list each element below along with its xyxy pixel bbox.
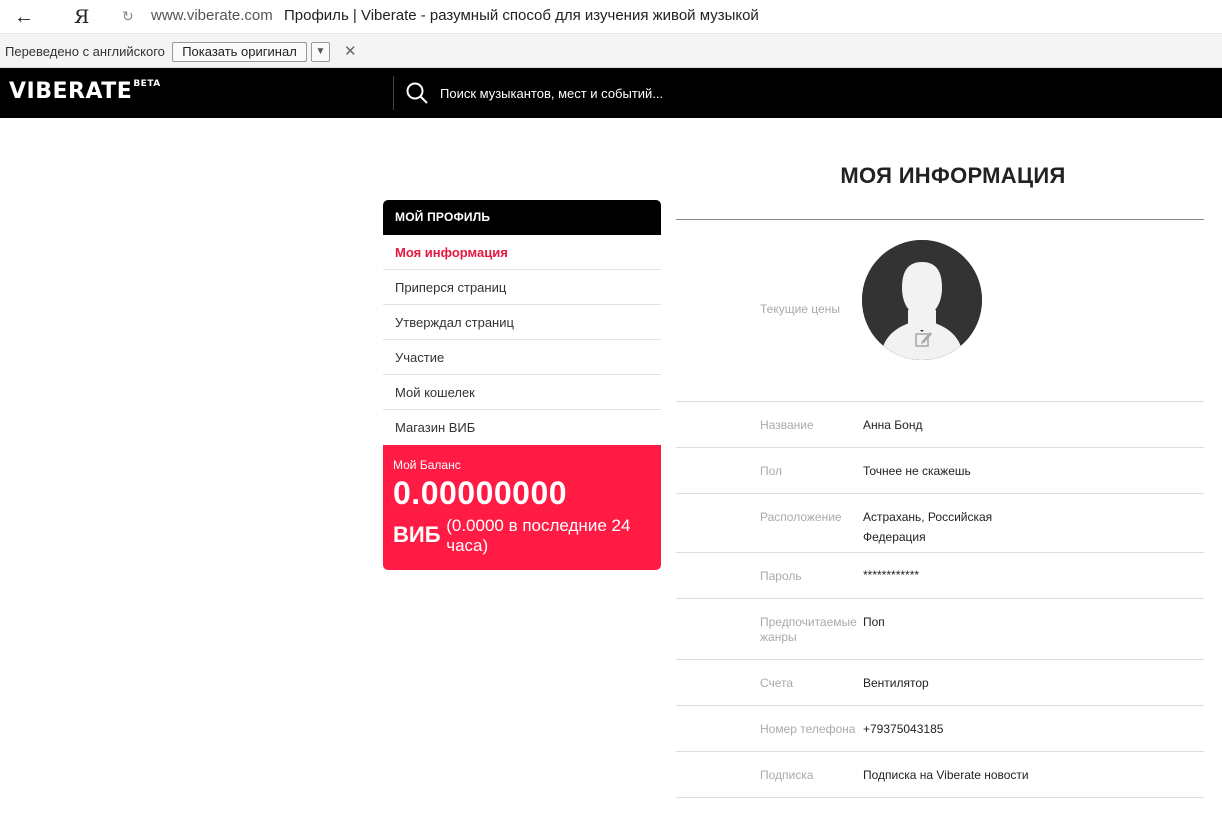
- sidebar-item-claimed-pages[interactable]: Приперся страниц: [383, 270, 661, 305]
- info-row-name: Название Анна Бонд: [676, 402, 1204, 448]
- search-icon[interactable]: [406, 82, 428, 104]
- sidebar-item-vib-store[interactable]: Магазин ВИБ: [383, 410, 661, 445]
- search-input[interactable]: [440, 83, 780, 103]
- sidebar-title: МОЙ ПРОФИЛЬ: [383, 200, 661, 235]
- info-label: Пол: [760, 464, 783, 478]
- logo-text: VIBERATE: [9, 79, 133, 104]
- reload-icon[interactable]: ↻: [122, 8, 134, 25]
- header-divider: [393, 76, 394, 110]
- translation-options-chevron-icon[interactable]: ▼: [311, 42, 330, 62]
- show-original-button[interactable]: Показать оригинал: [172, 42, 307, 62]
- info-value-phone: +79375043185: [863, 722, 944, 736]
- balance-label: Мой Баланс: [393, 458, 461, 472]
- profile-sidebar: МОЙ ПРОФИЛЬ Моя информация Приперся стра…: [383, 200, 661, 570]
- info-label: Номер телефона: [760, 722, 856, 736]
- info-row-phone: Номер телефона +79375043185: [676, 706, 1204, 752]
- info-row-gender: Пол Точнее не скажешь: [676, 448, 1204, 494]
- info-label: Пароль: [760, 569, 802, 583]
- back-arrow-icon[interactable]: ←: [14, 6, 34, 29]
- page-title-tab[interactable]: Профиль | Viberate - разумный способ для…: [284, 7, 759, 24]
- page-title: МОЯ ИНФОРМАЦИЯ: [840, 163, 1066, 188]
- avatar-row: Текущие цены: [676, 220, 1204, 402]
- beta-badge: BETA: [133, 78, 161, 89]
- browser-address-bar: ← Я ↻ www.viberate.com Профиль | Viberat…: [0, 0, 1222, 34]
- info-label: Расположение: [760, 510, 842, 524]
- info-row-location: Расположение Астрахань, Российская Федер…: [676, 494, 1204, 553]
- info-row-password: Пароль ************: [676, 553, 1204, 599]
- info-value-genres: Поп: [863, 615, 885, 629]
- avatar[interactable]: [862, 240, 982, 360]
- info-row-genres: Предпочитаемые жанры Поп: [676, 599, 1204, 660]
- info-value-subscription: Подписка на Viberate новости: [863, 768, 1029, 782]
- info-value-name: Анна Бонд: [863, 418, 923, 432]
- sidebar-item-wallet[interactable]: Мой кошелек: [383, 375, 661, 410]
- yandex-logo-icon[interactable]: Я: [74, 6, 89, 28]
- site-header: VIBERATEBETA: [0, 68, 1222, 118]
- sidebar-item-approved-pages[interactable]: Утверждал страниц: [383, 305, 661, 340]
- close-translation-icon[interactable]: ✕: [344, 42, 357, 60]
- info-label: Название: [760, 418, 814, 432]
- info-value-accounts: Вентилятор: [863, 676, 929, 690]
- balance-amount: 0.00000000: [393, 475, 568, 511]
- info-label: Подписка: [760, 768, 814, 782]
- sidebar-item-my-info[interactable]: Моя информация: [383, 235, 661, 270]
- info-label: Предпочитаемые жанры: [760, 615, 857, 644]
- translation-label: Переведено с английского: [5, 44, 165, 59]
- avatar-label: Текущие цены: [760, 302, 840, 316]
- balance-currency: ВИБ: [393, 522, 441, 547]
- info-label: Счета: [760, 676, 794, 690]
- edit-icon[interactable]: [914, 329, 934, 349]
- balance-card: Мой Баланс 0.00000000 ВИБ (0.0000 в посл…: [383, 445, 661, 570]
- info-row-accounts: Счета Вентилятор: [676, 660, 1204, 706]
- info-value-password: ************: [863, 568, 920, 582]
- sidebar-item-participation[interactable]: Участие: [383, 340, 661, 375]
- info-value-location: Астрахань, Российская Федерация: [863, 510, 993, 544]
- balance-last-24h: (0.0000 в последние 24 часа): [446, 516, 631, 555]
- info-value-gender: Точнее не скажешь: [863, 464, 971, 478]
- translation-bar: Переведено с английского Показать оригин…: [0, 34, 1222, 68]
- viberate-logo[interactable]: VIBERATEBETA: [9, 79, 161, 104]
- address-domain[interactable]: www.viberate.com: [151, 7, 273, 24]
- info-row-subscription: Подписка Подписка на Viberate новости: [676, 752, 1204, 798]
